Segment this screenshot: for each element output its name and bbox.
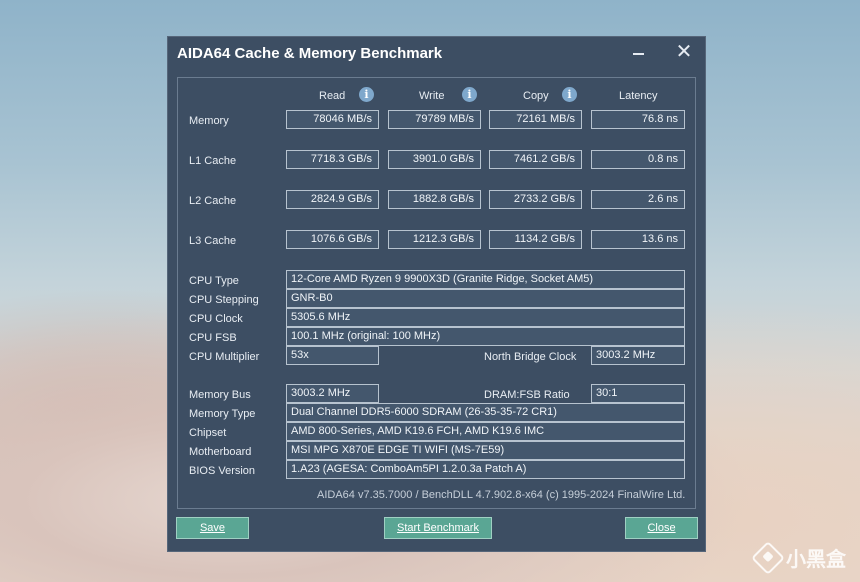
memory-type-label: Memory Type: [189, 408, 256, 420]
minimize-icon[interactable]: [626, 41, 650, 63]
save-button[interactable]: Save: [176, 517, 249, 539]
chipset-value: AMD 800-Series, AMD K19.6 FCH, AMD K19.6…: [286, 422, 685, 441]
column-header-read: Read: [319, 90, 346, 102]
cpu-stepping-value: GNR-B0: [286, 289, 685, 308]
window-title: AIDA64 Cache & Memory Benchmark: [177, 45, 443, 62]
chipset-label: Chipset: [189, 427, 227, 439]
cpu-multiplier-label: CPU Multiplier: [189, 351, 260, 363]
memory-bus-label: Memory Bus: [189, 389, 251, 401]
row-label-l3-cache: L3 Cache: [189, 235, 237, 247]
cpu-clock-label: CPU Clock: [189, 313, 243, 325]
l3-write-value: 1212.3 GB/s: [388, 230, 481, 249]
close-icon[interactable]: ✕: [672, 41, 696, 63]
benchmark-window: AIDA64 Cache & Memory Benchmark ✕ Read i…: [167, 36, 706, 552]
bios-version-value: 1.A23 (AGESA: ComboAm5PI 1.2.0.3a Patch …: [286, 460, 685, 479]
column-header-copy: Copy: [523, 90, 549, 102]
bios-version-label: BIOS Version: [189, 465, 256, 477]
info-icon[interactable]: i: [359, 87, 374, 102]
memory-read-value: 78046 MB/s: [286, 110, 379, 129]
l2-read-value: 2824.9 GB/s: [286, 190, 379, 209]
copyright-text: AIDA64 v7.35.7000 / BenchDLL 4.7.902.8-x…: [317, 489, 686, 501]
dram-fsb-ratio-value: 30:1: [591, 384, 685, 403]
row-label-l1-cache: L1 Cache: [189, 155, 237, 167]
cpu-clock-value: 5305.6 MHz: [286, 308, 685, 327]
cpu-stepping-label: CPU Stepping: [189, 294, 259, 306]
motherboard-value: MSI MPG X870E EDGE TI WIFI (MS-7E59): [286, 441, 685, 460]
cpu-fsb-label: CPU FSB: [189, 332, 237, 344]
l2-write-value: 1882.8 GB/s: [388, 190, 481, 209]
l1-latency-value: 0.8 ns: [591, 150, 685, 169]
results-panel: Read i Write i Copy i Latency Memory 780…: [177, 77, 696, 509]
column-header-latency: Latency: [619, 90, 658, 102]
l2-latency-value: 2.6 ns: [591, 190, 685, 209]
watermark-logo-icon: [751, 540, 785, 575]
l1-write-value: 3901.0 GB/s: [388, 150, 481, 169]
l1-copy-value: 7461.2 GB/s: [489, 150, 582, 169]
cpu-multiplier-value: 53x: [286, 346, 379, 365]
l1-read-value: 7718.3 GB/s: [286, 150, 379, 169]
motherboard-label: Motherboard: [189, 446, 252, 458]
memory-bus-value: 3003.2 MHz: [286, 384, 379, 403]
watermark: 小黑盒: [751, 540, 846, 575]
dram-fsb-ratio-label: DRAM:FSB Ratio: [484, 389, 570, 401]
row-label-memory: Memory: [189, 115, 229, 127]
cpu-type-value: 12-Core AMD Ryzen 9 9900X3D (Granite Rid…: [286, 270, 685, 289]
memory-copy-value: 72161 MB/s: [489, 110, 582, 129]
start-benchmark-button[interactable]: Start Benchmark: [384, 517, 492, 539]
close-button[interactable]: Close: [625, 517, 698, 539]
memory-write-value: 79789 MB/s: [388, 110, 481, 129]
l3-latency-value: 13.6 ns: [591, 230, 685, 249]
north-bridge-clock-label: North Bridge Clock: [484, 351, 577, 363]
cpu-fsb-value: 100.1 MHz (original: 100 MHz): [286, 327, 685, 346]
l3-copy-value: 1134.2 GB/s: [489, 230, 582, 249]
cpu-type-label: CPU Type: [189, 275, 239, 287]
info-icon[interactable]: i: [462, 87, 477, 102]
info-icon[interactable]: i: [562, 87, 577, 102]
row-label-l2-cache: L2 Cache: [189, 195, 237, 207]
l3-read-value: 1076.6 GB/s: [286, 230, 379, 249]
title-bar: AIDA64 Cache & Memory Benchmark ✕: [168, 37, 705, 69]
north-bridge-clock-value: 3003.2 MHz: [591, 346, 685, 365]
watermark-text: 小黑盒: [786, 549, 846, 571]
column-header-write: Write: [419, 90, 445, 102]
l2-copy-value: 2733.2 GB/s: [489, 190, 582, 209]
memory-latency-value: 76.8 ns: [591, 110, 685, 129]
memory-type-value: Dual Channel DDR5-6000 SDRAM (26-35-35-7…: [286, 403, 685, 422]
